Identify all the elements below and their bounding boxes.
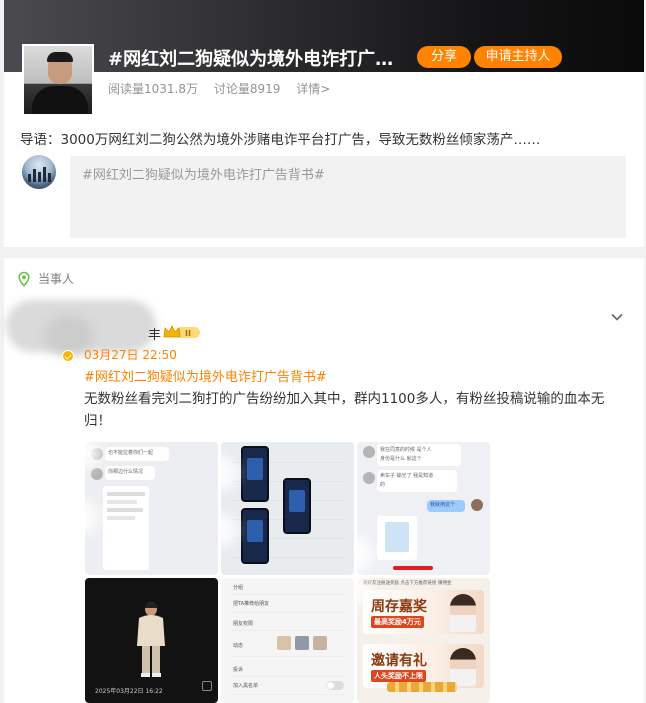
section-label: 当事人 [16,270,74,287]
topic-header-card: #网红刘二狗疑似为境外电诈打广… 分享 申请主持人 阅读量1031.8万 讨论量… [4,0,644,247]
apply-host-button[interactable]: 申请主持人 [474,46,562,68]
chevron-down-icon[interactable] [610,310,624,324]
chat-reply-bubble: 我就用这个 [427,500,465,512]
chat-bubble: 你那边什么情况 [105,466,155,480]
chat-text: 的 [380,482,386,488]
topic-title: #网红刘二狗疑似为境外电诈打广… [108,49,394,70]
post-image-2[interactable] [221,442,354,575]
verified-badge-icon [62,350,74,362]
post-time[interactable]: 03月27日 22:50 [84,346,177,363]
compose-input[interactable]: #网红刘二狗疑似为境外电诈打广告背书# [70,156,626,238]
post-text: 无数粉丝看完刘二狗打的广告纷纷加入其中，群内1100多人，有粉丝投稿说输的血本无… [84,391,605,429]
crown-icon: II [163,325,200,338]
author-name[interactable]: 丰 [148,324,161,343]
topic-avatar[interactable] [22,44,94,116]
post-image-5[interactable]: 分组 把TA推荐给朋友 朋友权限 动态 投诉 加入黑名单 [221,578,354,703]
share-button[interactable]: 分享 [417,46,471,68]
post-image-1[interactable]: 也不能拉着你们一起 你那边什么情况 [85,442,218,575]
read-count: 阅读量1031.8万 [108,82,198,96]
feed-card: 当事人 丰 II 03月27日 22:50 #网红刘二狗疑似为境外电诈打广告背书… [4,258,644,703]
promo-title: 邀请有礼 [371,653,427,669]
promo-header: 邀好友注册送奖励 点击下方推荐链接 赚佣金 [363,581,452,586]
person-figure [137,602,165,677]
discussion-count: 讨论量8919 [213,82,281,96]
details-link[interactable]: 详情> [296,82,330,96]
section-label-text: 当事人 [38,272,75,286]
chat-bubble: 也不能拉着你们一起 [105,447,169,461]
post-image-6[interactable]: 邀好友注册送奖励 点击下方推荐链接 赚佣金 周存嘉奖 最高奖励4万元 邀请有礼 … [357,578,490,703]
promo-banner-1: 周存嘉奖 最高奖励4万元 [363,590,484,634]
menu-item: 加入黑名单 [233,683,259,689]
chat-text: 卖车子 输光了 我是知道 [380,473,434,479]
menu-item: 投诉 [233,667,244,673]
promo-subtitle: 人头奖励不上限 [371,670,426,682]
promo-title: 周存嘉奖 [371,599,427,615]
topic-intro: 导语：3000万网红刘二狗公然为境外涉赌电诈平台打广告，导致无数粉丝倾家荡产…… [20,132,541,148]
post-image-3[interactable]: 我在同意的时候 是个人 身份是什么 就这个 卖车子 输光了 我是知道 的 我就用… [357,442,490,575]
badge-level: II [185,329,191,338]
post-hashtag[interactable]: #网红刘二狗疑似为境外电诈打广告背书# [84,366,327,385]
location-pin-icon [16,271,32,287]
fullscreen-icon [202,681,212,691]
menu-item: 朋友权限 [233,621,254,627]
promo-subtitle: 最高奖励4万元 [371,616,424,628]
video-timestamp: 2025年03月22日 16:22 [95,688,163,695]
menu-item: 动态 [233,643,244,649]
chat-text: 我在同意的时候 是个人 [380,447,432,453]
post-image-4[interactable]: 2025年03月22日 16:22 [85,578,218,703]
user-avatar[interactable] [22,155,56,189]
chat-text: 身份是什么 就这个 [380,456,422,462]
topic-stats: 阅读量1031.8万 讨论量8919 详情> [108,80,342,97]
menu-item: 把TA推荐给朋友 [233,601,270,607]
menu-item: 分组 [233,585,244,591]
blacklist-toggle [326,681,344,690]
